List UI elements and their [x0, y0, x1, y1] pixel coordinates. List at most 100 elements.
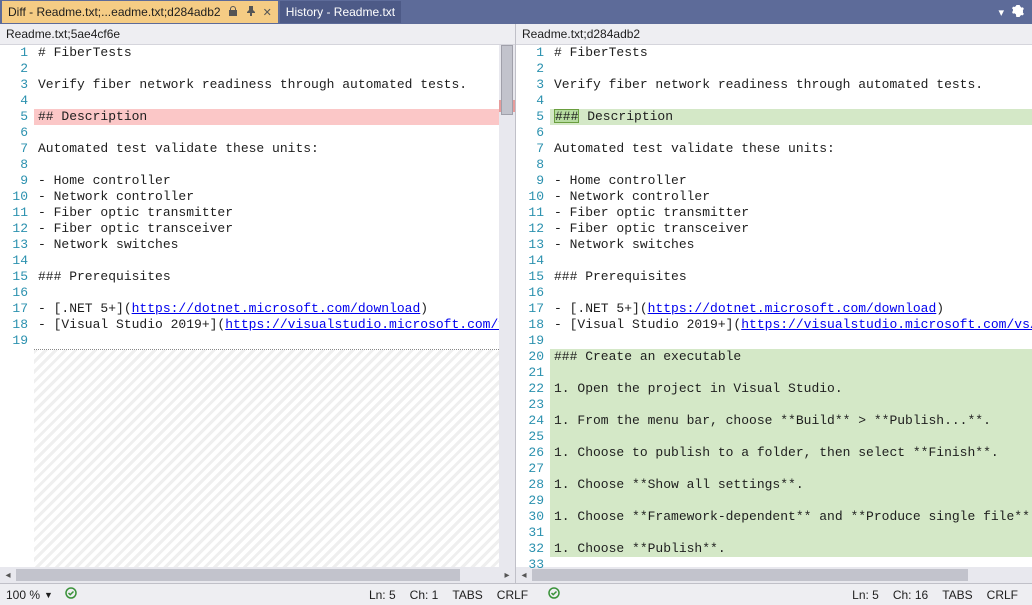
- chevron-down-icon[interactable]: ▼: [44, 590, 53, 600]
- hyperlink[interactable]: https://visualstudio.microsoft.com/vs/: [225, 317, 499, 332]
- code-line[interactable]: [550, 397, 1032, 413]
- code-line[interactable]: - Home controller: [34, 173, 499, 189]
- code-line[interactable]: [34, 157, 499, 173]
- code-line[interactable]: ### Prerequisites: [34, 269, 499, 285]
- hyperlink[interactable]: https://dotnet.microsoft.com/download: [132, 301, 421, 316]
- line-number: 18: [0, 317, 28, 333]
- empty-region: [34, 350, 499, 567]
- status-bar: 100 % ▼ Ln: 5 Ch: 1 TABS CRLF Ln: 5 Ch: …: [0, 583, 1032, 605]
- pane-right: Readme.txt;d284adb2 12345678910111213141…: [516, 24, 1032, 583]
- tab-diff[interactable]: Diff - Readme.txt;...eadme.txt;d284adb2 …: [2, 1, 278, 23]
- code-area-left[interactable]: 12345678910111213141516171819 # FiberTes…: [0, 45, 515, 567]
- line-number: 29: [516, 493, 544, 509]
- code-line[interactable]: [34, 61, 499, 77]
- scroll-left-icon[interactable]: ◂: [0, 570, 16, 581]
- hyperlink[interactable]: https://dotnet.microsoft.com/download: [648, 301, 937, 316]
- code-line[interactable]: [550, 157, 1032, 173]
- code-line[interactable]: [550, 429, 1032, 445]
- line-number: 12: [0, 221, 28, 237]
- code-line[interactable]: - Network switches: [550, 237, 1032, 253]
- code-line[interactable]: 1. Open the project in Visual Studio.: [550, 381, 1032, 397]
- code-line[interactable]: 1. Choose **Publish**.: [550, 541, 1032, 557]
- code-area-right[interactable]: 1234567891011121314151617181920212223242…: [516, 45, 1032, 567]
- code-line[interactable]: [550, 461, 1032, 477]
- line-number: 14: [0, 253, 28, 269]
- line-number: 15: [0, 269, 28, 285]
- code-line[interactable]: Verify fiber network readiness through a…: [34, 77, 499, 93]
- pin-icon[interactable]: [245, 5, 257, 20]
- code-line[interactable]: Automated test validate these units:: [550, 141, 1032, 157]
- line-number: 31: [516, 525, 544, 541]
- code-line[interactable]: ### Prerequisites: [550, 269, 1032, 285]
- code-line[interactable]: ## Description: [34, 109, 499, 125]
- code-line[interactable]: - Network controller: [34, 189, 499, 205]
- code-line[interactable]: - [.NET 5+](https://dotnet.microsoft.com…: [550, 301, 1032, 317]
- code-line[interactable]: - Network controller: [550, 189, 1032, 205]
- gutter-left: 12345678910111213141516171819: [0, 45, 34, 567]
- line-number: 12: [516, 221, 544, 237]
- code-line[interactable]: # FiberTests: [550, 45, 1032, 61]
- hyperlink[interactable]: https://visualstudio.microsoft.com/vs/: [741, 317, 1032, 332]
- code-line[interactable]: - [Visual Studio 2019+](https://visualst…: [550, 317, 1032, 333]
- code-line[interactable]: 1. Choose **Show all settings**.: [550, 477, 1032, 493]
- code-line[interactable]: [550, 557, 1032, 567]
- code-line[interactable]: [550, 285, 1032, 301]
- scroll-right-icon[interactable]: ▸: [499, 570, 515, 581]
- code-line[interactable]: - Home controller: [550, 173, 1032, 189]
- line-number: 13: [516, 237, 544, 253]
- code-line[interactable]: - Fiber optic transceiver: [34, 221, 499, 237]
- hscroll-left[interactable]: ◂ ▸: [0, 567, 515, 583]
- no-issues-icon[interactable]: [65, 587, 77, 602]
- line-number: 7: [0, 141, 28, 157]
- hscroll-thumb[interactable]: [16, 569, 460, 581]
- no-issues-icon[interactable]: [548, 587, 560, 602]
- code-line[interactable]: - Fiber optic transmitter: [550, 205, 1032, 221]
- gear-icon[interactable]: [1012, 5, 1024, 20]
- code-line[interactable]: [34, 93, 499, 109]
- code-left[interactable]: # FiberTests Verify fiber network readine…: [34, 45, 499, 567]
- code-line[interactable]: [550, 125, 1032, 141]
- hscroll-right[interactable]: ◂ ▸: [516, 567, 1032, 583]
- code-line[interactable]: [34, 285, 499, 301]
- code-line[interactable]: - Fiber optic transceiver: [550, 221, 1032, 237]
- code-line[interactable]: 1. From the menu bar, choose **Build** >…: [550, 413, 1032, 429]
- code-right[interactable]: # FiberTests Verify fiber network readine…: [550, 45, 1032, 567]
- code-line[interactable]: [550, 253, 1032, 269]
- code-line[interactable]: - [.NET 5+](https://dotnet.microsoft.com…: [34, 301, 499, 317]
- code-line[interactable]: ### Create an executable: [550, 349, 1032, 365]
- code-line[interactable]: Automated test validate these units:: [34, 141, 499, 157]
- code-line[interactable]: # FiberTests: [34, 45, 499, 61]
- code-line[interactable]: [550, 93, 1032, 109]
- line-number: 25: [516, 429, 544, 445]
- code-line[interactable]: [550, 493, 1032, 509]
- pane-left: Readme.txt;5ae4cf6e 12345678910111213141…: [0, 24, 516, 583]
- vscroll-thumb[interactable]: [501, 45, 513, 115]
- code-line[interactable]: [34, 125, 499, 141]
- line-number: 24: [516, 413, 544, 429]
- line-number: 3: [516, 77, 544, 93]
- window-menu-icon[interactable]: ▾: [998, 6, 1004, 19]
- code-line[interactable]: ### Description: [550, 109, 1032, 125]
- line-number: 20: [516, 349, 544, 365]
- code-line[interactable]: - [Visual Studio 2019+](https://visualst…: [34, 317, 499, 333]
- line-number: 26: [516, 445, 544, 461]
- code-line[interactable]: Verify fiber network readiness through a…: [550, 77, 1032, 93]
- code-line[interactable]: - Fiber optic transmitter: [34, 205, 499, 221]
- gutter-right: 1234567891011121314151617181920212223242…: [516, 45, 550, 567]
- zoom-control[interactable]: 100 % ▼: [6, 588, 53, 602]
- tab-history[interactable]: History - Readme.txt: [280, 1, 401, 23]
- code-line[interactable]: 1. Choose to publish to a folder, then s…: [550, 445, 1032, 461]
- code-line[interactable]: - Network switches: [34, 237, 499, 253]
- code-line[interactable]: [550, 61, 1032, 77]
- vscroll-left[interactable]: [499, 45, 515, 567]
- code-line[interactable]: [34, 253, 499, 269]
- close-icon[interactable]: ✕: [263, 6, 272, 19]
- code-line[interactable]: [550, 333, 1032, 349]
- line-number: 11: [0, 205, 28, 221]
- code-line[interactable]: [550, 525, 1032, 541]
- code-line[interactable]: [550, 365, 1032, 381]
- line-number: 19: [0, 333, 28, 349]
- code-line[interactable]: [34, 333, 499, 349]
- hscroll-thumb[interactable]: [532, 569, 968, 581]
- code-line[interactable]: 1. Choose **Framework-dependent** and **…: [550, 509, 1032, 525]
